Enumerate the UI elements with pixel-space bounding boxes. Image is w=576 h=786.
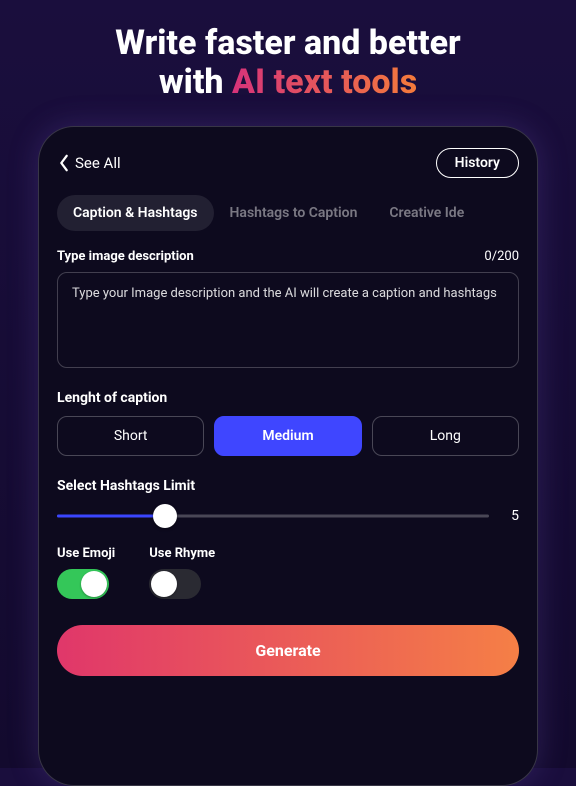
back-button[interactable]: See All [57, 154, 121, 172]
toggle-rhyme-label: Use Rhyme [149, 546, 215, 561]
length-medium[interactable]: Medium [214, 416, 361, 456]
back-label: See All [75, 154, 121, 172]
description-input[interactable]: Type your Image description and the AI w… [57, 272, 519, 368]
description-header: Type image description 0/200 [57, 249, 519, 264]
description-label: Type image description [57, 249, 194, 264]
topbar: See All History [57, 145, 519, 181]
toggle-emoji[interactable] [57, 569, 109, 599]
tab-hashtags-to-caption[interactable]: Hashtags to Caption [214, 195, 374, 231]
length-long[interactable]: Long [372, 416, 519, 456]
toggle-rhyme-col: Use Rhyme [149, 546, 215, 599]
toggle-emoji-label: Use Emoji [57, 546, 115, 561]
description-placeholder: Type your Image description and the AI w… [72, 285, 504, 304]
hero-line2-part1: with [159, 62, 232, 102]
hero-headline: Write faster and better with AI text too… [0, 0, 576, 120]
hashtags-label: Select Hashtags Limit [57, 478, 519, 494]
app-screen: See All History Caption & Hashtags Hasht… [38, 126, 538, 786]
hero-line2: with AI text tools [20, 63, 556, 102]
hashtags-value: 5 [505, 508, 519, 524]
history-button[interactable]: History [436, 148, 519, 178]
length-label: Lenght of caption [57, 390, 519, 406]
tab-caption-hashtags[interactable]: Caption & Hashtags [57, 195, 214, 231]
toggle-emoji-col: Use Emoji [57, 546, 115, 599]
slider-track-fill [57, 515, 165, 518]
length-segmented: Short Medium Long [57, 416, 519, 456]
toggle-rhyme[interactable] [149, 569, 201, 599]
slider-thumb[interactable] [153, 504, 177, 528]
tab-creative-ideas[interactable]: Creative Ide [373, 195, 480, 231]
description-counter: 0/200 [484, 249, 519, 264]
hashtags-slider[interactable] [57, 506, 489, 526]
length-short[interactable]: Short [57, 416, 204, 456]
tabs: Caption & Hashtags Hashtags to Caption C… [57, 195, 519, 231]
hashtags-slider-row: 5 [57, 506, 519, 526]
hero-line2-part2: AI text tools [232, 62, 417, 102]
toggle-knob-icon [151, 571, 177, 597]
toggles-row: Use Emoji Use Rhyme [57, 546, 519, 599]
hero-line1: Write faster and better [20, 24, 556, 63]
chevron-left-icon [57, 154, 71, 172]
toggle-knob-icon [81, 571, 107, 597]
generate-button[interactable]: Generate [57, 625, 519, 676]
